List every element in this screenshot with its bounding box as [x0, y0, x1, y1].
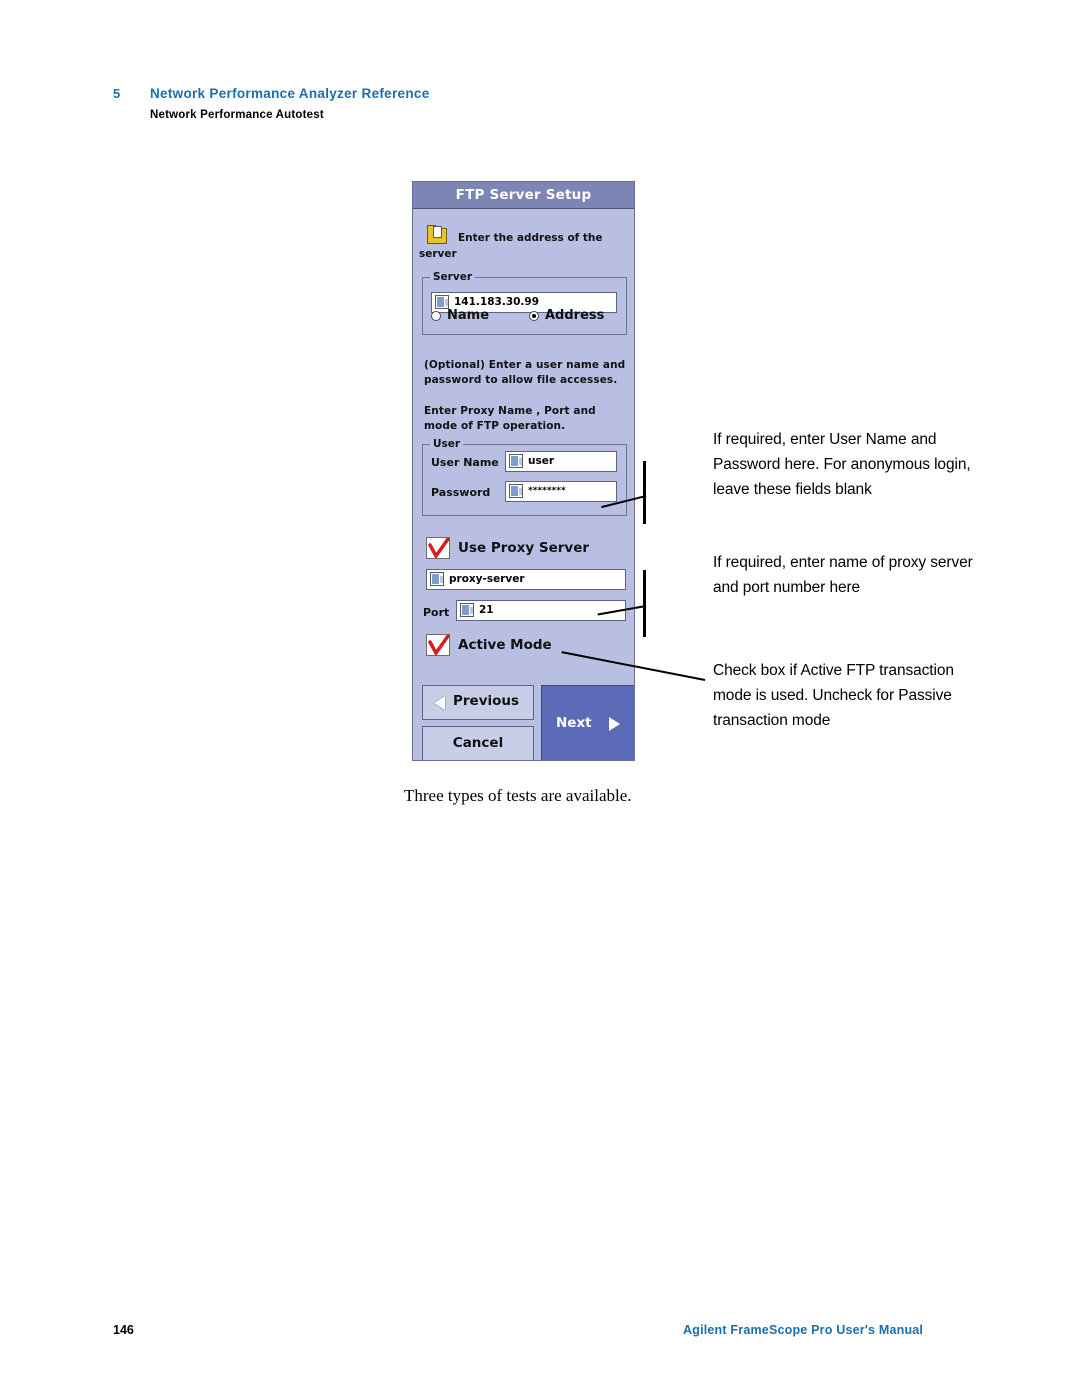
proxy-server-input[interactable]: proxy-server: [426, 569, 626, 590]
use-proxy-server-checkbox[interactable]: [426, 537, 450, 559]
radio-name[interactable]: [431, 311, 441, 321]
check-icon: [428, 635, 450, 656]
proxy-instructions-text: Enter Proxy Name , Port and mode of FTP …: [424, 405, 596, 432]
callout-1-text: If required, enter User Name and Passwor…: [713, 431, 971, 498]
next-button-label: Next: [556, 715, 592, 731]
use-proxy-server-label: Use Proxy Server: [458, 540, 590, 556]
footer-page-number: 146: [113, 1323, 134, 1337]
previous-button[interactable]: Previous: [422, 685, 534, 720]
optional-credentials-text: (Optional) Enter a user name and passwor…: [424, 359, 626, 386]
proxy-server-field-icon: [430, 572, 444, 586]
password-label: Password: [431, 486, 491, 499]
previous-button-label: Previous: [453, 693, 520, 709]
server-groupbox-legend: Server: [430, 271, 476, 283]
radio-address-label: Address: [545, 308, 605, 323]
active-mode-label: Active Mode: [458, 637, 552, 653]
user-groupbox-legend: User: [430, 438, 464, 450]
radio-name-label: Name: [447, 308, 490, 323]
active-mode-checkbox-row[interactable]: Active Mode: [426, 634, 626, 660]
callout-1-bracket: [643, 461, 646, 524]
ftp-server-setup-dialog: FTP Server Setup Enter the address of th…: [412, 181, 635, 761]
triangle-right-icon: [609, 717, 620, 731]
use-proxy-server-checkbox-row[interactable]: Use Proxy Server: [426, 537, 626, 563]
footer-manual-title: Agilent FrameScope Pro User's Manual: [683, 1323, 924, 1337]
next-button[interactable]: Next: [541, 685, 634, 760]
callout-2-bracket: [643, 570, 646, 637]
port-field-icon: [460, 603, 474, 617]
body-paragraph: Three types of tests are available.: [404, 786, 632, 805]
cancel-button[interactable]: Cancel: [422, 726, 534, 760]
callout-3-text: Check box if Active FTP transaction mode…: [713, 662, 954, 729]
dialog-title: FTP Server Setup: [413, 182, 634, 209]
server-type-radio-group: Name Address: [425, 306, 623, 328]
callout-2-text: If required, enter name of proxy server …: [713, 554, 973, 596]
radio-address[interactable]: [529, 311, 539, 321]
port-label: Port: [423, 606, 450, 619]
header-section-title: Network Performance Autotest: [150, 109, 324, 121]
dialog-hint-line2: server: [419, 248, 457, 260]
header-chapter-title: Network Performance Analyzer Reference: [150, 86, 430, 101]
password-field-icon: [509, 484, 523, 498]
active-mode-checkbox[interactable]: [426, 634, 450, 656]
user-name-label: User Name: [431, 456, 499, 469]
check-icon: [428, 538, 450, 559]
user-name-field-icon: [509, 454, 523, 468]
folder-icon: [426, 225, 448, 246]
triangle-left-icon: [434, 696, 445, 710]
dialog-hint-line1: Enter the address of the: [458, 232, 603, 244]
port-input[interactable]: 21: [456, 600, 626, 621]
header-chapter-number: 5: [113, 86, 121, 101]
